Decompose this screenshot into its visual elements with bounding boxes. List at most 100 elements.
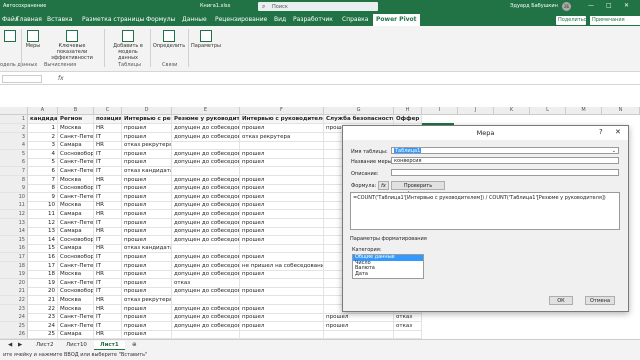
add-sheet-icon[interactable]: ⊕ bbox=[126, 341, 143, 349]
detect-button[interactable]: Определить bbox=[152, 30, 186, 49]
ok-button[interactable]: ОК bbox=[549, 296, 573, 305]
category-list[interactable]: Общие данные Число Валюта Дата bbox=[352, 254, 424, 279]
measure-dialog: Мера ? ✕ Имя таблицы: Таблица1 ⌄ Название… bbox=[342, 125, 629, 312]
group-tables: Таблицы bbox=[118, 62, 141, 68]
tab-formulas[interactable]: Формулы bbox=[146, 16, 175, 23]
measure-name-label: Название меры: bbox=[351, 159, 394, 165]
ribbon-separator bbox=[188, 29, 189, 67]
ribbon-tabs: Файл Главная Вставка Разметка страницы Ф… bbox=[0, 13, 640, 26]
measures-button[interactable]: Меры bbox=[24, 30, 42, 49]
select-all-corner[interactable] bbox=[0, 107, 28, 115]
sheet-tab-list10[interactable]: Лист10 bbox=[60, 341, 93, 349]
header-cell-position[interactable]: позиция bbox=[94, 115, 122, 124]
measure-name-value: конверсия bbox=[394, 158, 422, 164]
ribbon-separator bbox=[21, 29, 22, 67]
category-item-date[interactable]: Дата bbox=[353, 271, 423, 278]
detect-label: Определить bbox=[152, 43, 186, 49]
column-header-a[interactable]: A bbox=[28, 107, 58, 115]
dialog-title: Мера bbox=[343, 126, 628, 140]
description-field[interactable] bbox=[391, 169, 619, 176]
add-to-model-label: Добавить в модель данных bbox=[113, 43, 143, 61]
column-header-n[interactable]: N bbox=[602, 107, 640, 115]
column-header-d[interactable]: D bbox=[122, 107, 172, 115]
column-header-k[interactable]: K bbox=[494, 107, 530, 115]
column-header-h[interactable]: H bbox=[394, 107, 422, 115]
column-header-i[interactable]: I bbox=[422, 107, 458, 115]
header-cell-candidate[interactable]: кандидат bbox=[28, 115, 58, 124]
tab-help[interactable]: Справка bbox=[342, 16, 368, 23]
tab-review[interactable]: Рецензирование bbox=[215, 16, 267, 23]
tab-home[interactable]: Главная bbox=[16, 16, 42, 23]
row-number[interactable]: 1 bbox=[0, 115, 28, 124]
settings-button[interactable]: Параметры bbox=[190, 30, 222, 49]
manage-data-model-button[interactable] bbox=[0, 30, 20, 43]
group-calculations: Вычисления bbox=[44, 62, 77, 68]
column-header-g[interactable]: G bbox=[324, 107, 394, 115]
table-icon bbox=[122, 30, 134, 42]
minimize-button[interactable]: — bbox=[588, 2, 594, 9]
fx-icon bbox=[27, 30, 39, 42]
category-label: Категория: bbox=[352, 247, 382, 253]
header-cell-recruiter-interview[interactable]: Интервью с рекрутером bbox=[122, 115, 172, 124]
column-header-e[interactable]: E bbox=[172, 107, 240, 115]
header-cell-offer[interactable]: Оффер bbox=[394, 115, 422, 124]
check-formula-button[interactable]: Проверить формулу bbox=[391, 181, 445, 197]
fx-button[interactable]: fx bbox=[378, 181, 389, 190]
tab-page-layout[interactable]: Разметка страницы bbox=[82, 16, 144, 23]
search-box[interactable]: ⌕ Поиск bbox=[258, 2, 378, 11]
formula-label: Формула: bbox=[351, 183, 377, 189]
search-placeholder: Поиск bbox=[272, 4, 288, 10]
data-model-icon bbox=[4, 30, 16, 42]
cancel-button[interactable]: Отмена bbox=[585, 296, 615, 305]
group-data-model: одель данных bbox=[0, 62, 38, 68]
sheet-tab-list1[interactable]: Лист1 bbox=[94, 341, 125, 350]
close-icon[interactable]: ✕ bbox=[615, 128, 621, 136]
column-header-j[interactable]: J bbox=[458, 107, 494, 115]
measures-label: Меры bbox=[25, 43, 41, 49]
header-cell-resume[interactable]: Резюме у руководителя bbox=[172, 115, 240, 124]
sheet-nav-next[interactable]: ▶ bbox=[12, 341, 28, 349]
description-label: Описание: bbox=[351, 171, 379, 177]
autosave-toggle[interactable]: Автосохранение bbox=[3, 3, 46, 9]
sheet-tab-list2[interactable]: Лист2 bbox=[30, 341, 59, 349]
header-cell-manager-interview[interactable]: Интервью с руководителем bbox=[240, 115, 324, 124]
chevron-down-icon: ⌄ bbox=[611, 148, 616, 154]
kpi-icon bbox=[66, 30, 78, 42]
column-header-m[interactable]: M bbox=[566, 107, 602, 115]
fx-icon[interactable]: fx bbox=[58, 75, 64, 82]
tab-data[interactable]: Данные bbox=[182, 16, 207, 23]
column-header-b[interactable]: B bbox=[58, 107, 94, 115]
measure-name-field[interactable]: конверсия bbox=[391, 157, 619, 164]
document-name: Книга1.xlsx bbox=[200, 3, 231, 9]
tab-developer[interactable]: Разработчик bbox=[293, 16, 333, 23]
kpi-button[interactable]: Ключевые показатели эффективности bbox=[44, 30, 100, 61]
column-header-c[interactable]: C bbox=[94, 107, 122, 115]
kpi-label: Ключевые показатели эффективности bbox=[51, 43, 93, 61]
column-header-f[interactable]: F bbox=[240, 107, 324, 115]
status-bar: ите ячейку и нажмите ВВОД или выберите "… bbox=[0, 350, 640, 360]
ribbon: одель данных Меры Ключевые показатели эф… bbox=[0, 26, 640, 72]
close-button[interactable]: ✕ bbox=[624, 2, 629, 9]
settings-label: Параметры bbox=[191, 43, 221, 49]
avatar[interactable]: ЭБ bbox=[562, 2, 571, 11]
title-bar: Автосохранение Книга1.xlsx ⌕ Поиск Эдуар… bbox=[0, 0, 640, 13]
name-box[interactable] bbox=[2, 75, 42, 83]
tab-power-pivot[interactable]: Power Pivot bbox=[373, 14, 420, 26]
formula-editor[interactable]: =COUNT('Таблица1'[Интервью с руководител… bbox=[350, 192, 620, 230]
share-label: Поделиться bbox=[558, 17, 590, 23]
add-to-data-model-button[interactable]: Добавить в модель данных bbox=[108, 30, 148, 61]
header-cell-region[interactable]: Регион bbox=[58, 115, 94, 124]
table-name-label: Имя таблицы: bbox=[351, 149, 388, 155]
sheet-tabs: ◀ ▶ Лист2 Лист10 Лист1 ⊕ bbox=[0, 339, 640, 350]
tab-insert[interactable]: Вставка bbox=[47, 16, 72, 23]
help-icon[interactable]: ? bbox=[599, 128, 603, 136]
tab-view[interactable]: Вид bbox=[274, 16, 286, 23]
share-button[interactable]: Поделиться bbox=[556, 16, 590, 25]
user-name[interactable]: Эдуард Бабушкин bbox=[510, 3, 558, 9]
notes-button[interactable]: Примечания bbox=[590, 16, 640, 25]
header-cell-security[interactable]: Служба безопасности bbox=[324, 115, 394, 124]
table-name-select[interactable]: Таблица1 ⌄ bbox=[391, 147, 619, 154]
maximize-button[interactable]: □ bbox=[606, 2, 612, 9]
notes-label: Примечания bbox=[592, 17, 625, 23]
column-header-l[interactable]: L bbox=[530, 107, 566, 115]
